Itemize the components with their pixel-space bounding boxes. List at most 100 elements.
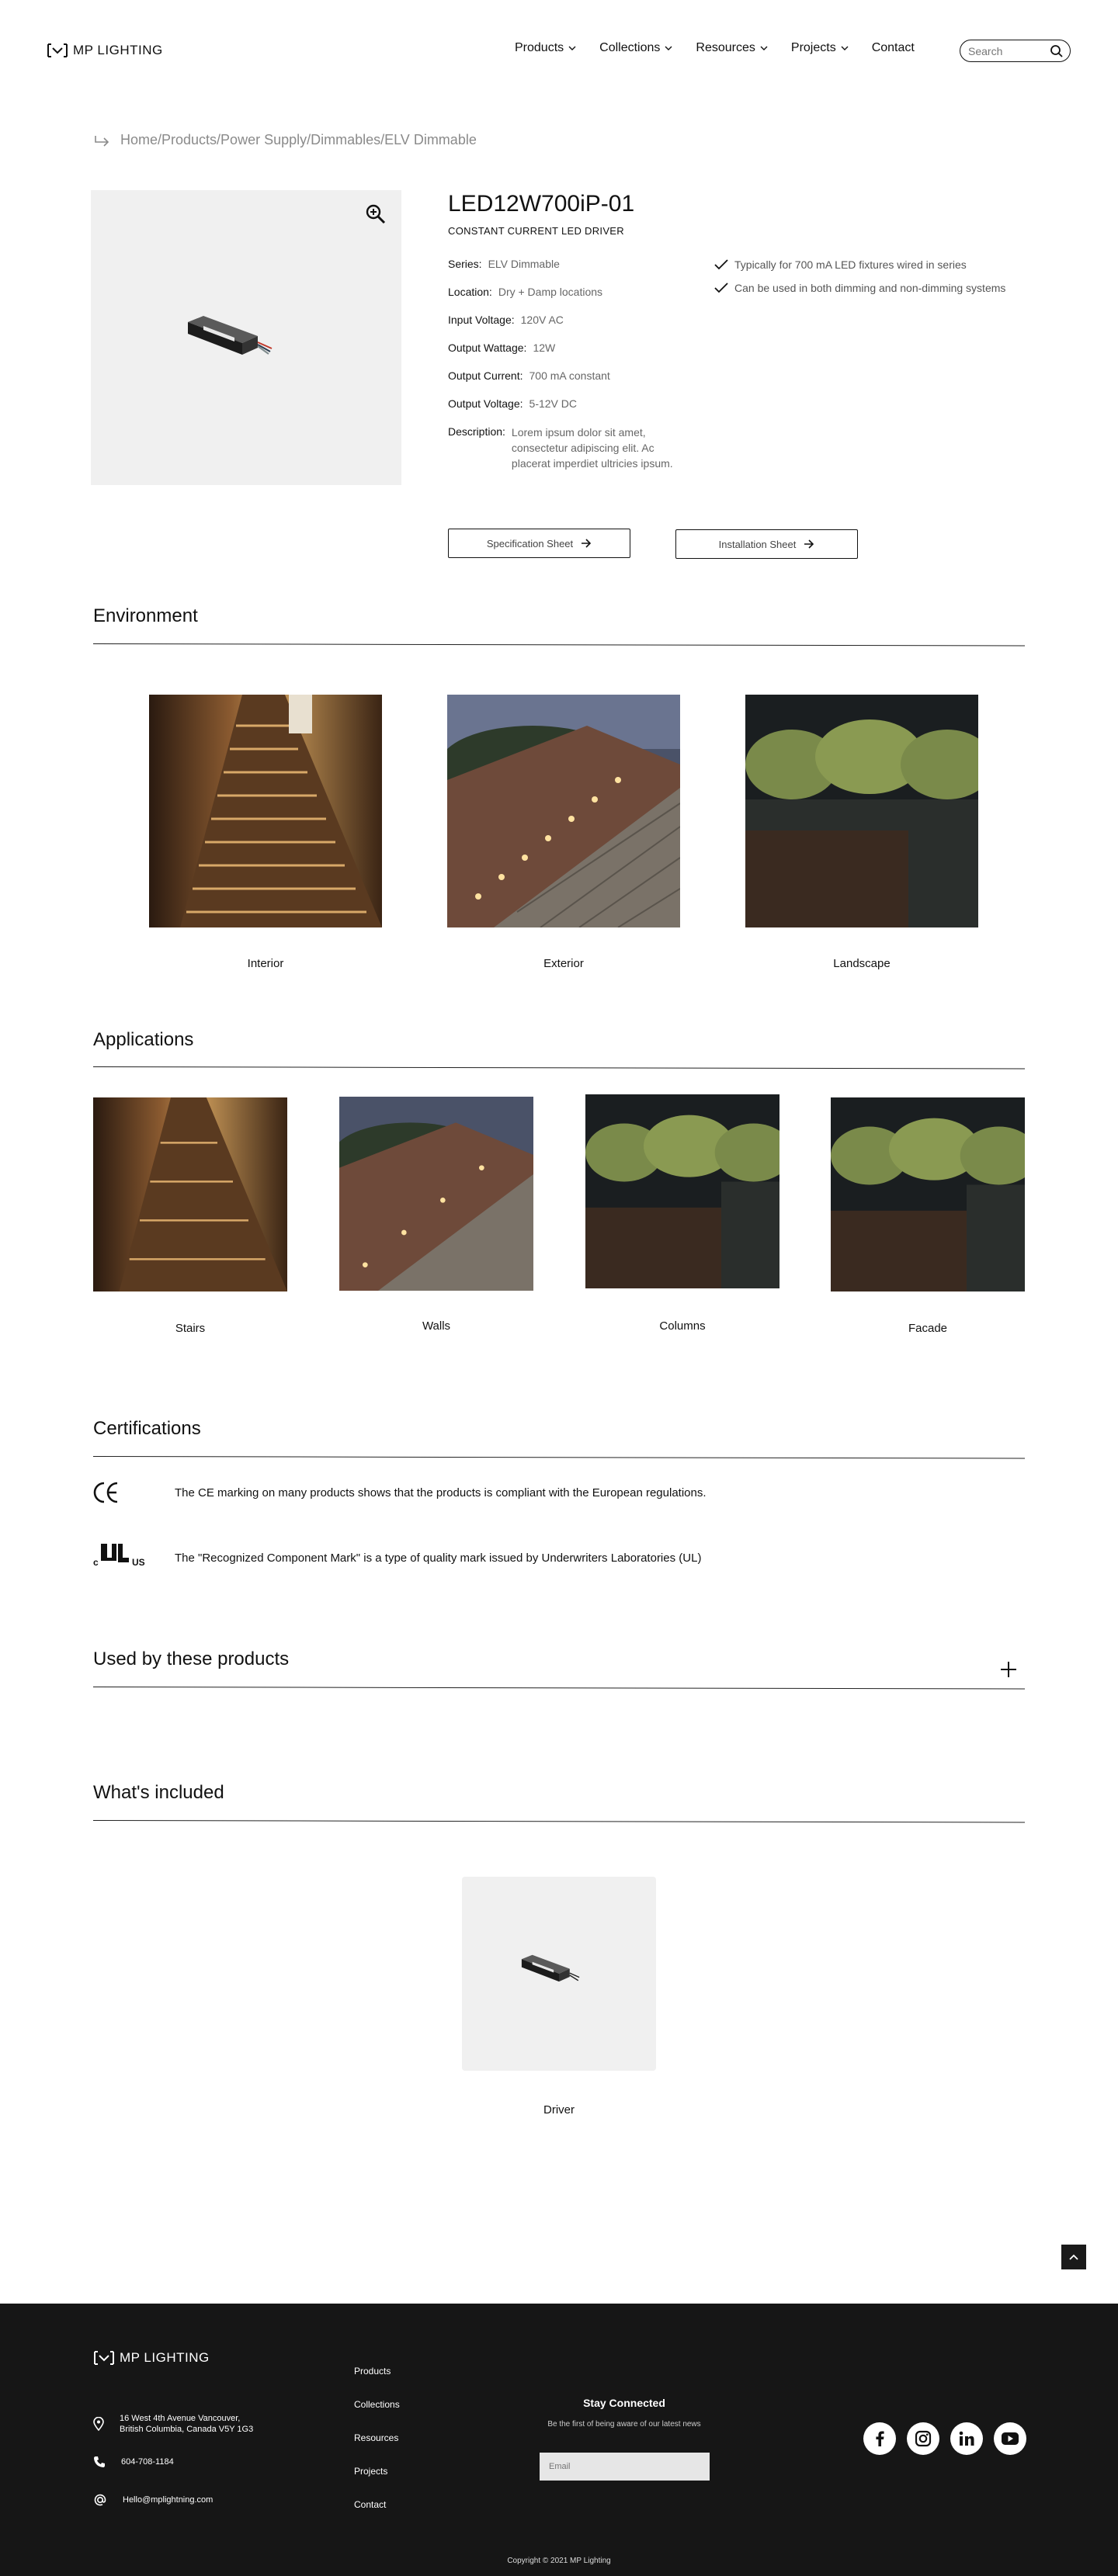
- application-image-stairs[interactable]: [93, 1097, 287, 1291]
- cert-text-ul: The "Recognized Component Mark" is a typ…: [175, 1551, 702, 1565]
- spec-key: Output Current:: [448, 369, 523, 382]
- spec-row-output-current: Output Current: 700 mA constant: [448, 369, 690, 382]
- facebook-icon[interactable]: [863, 2422, 896, 2455]
- included-item-image[interactable]: [462, 1877, 656, 2071]
- cert-text-ce: The CE marking on many products shows th…: [175, 1486, 707, 1499]
- at-sign-icon: [94, 2494, 106, 2506]
- section-title-certifications: Certifications: [93, 1418, 201, 1439]
- application-image-facade[interactable]: [831, 1097, 1025, 1291]
- chevron-down-icon: [760, 46, 768, 50]
- chevron-down-icon: [665, 46, 672, 50]
- address-line: 16 West 4th Avenue Vancouver,: [120, 2414, 241, 2423]
- spec-row-output-voltage: Output Voltage: 5-12V DC: [448, 397, 690, 410]
- footer-address: 16 West 4th Avenue Vancouver, British Col…: [93, 2413, 253, 2435]
- spec-value: ELV Dimmable: [488, 258, 560, 270]
- newsletter-title: Stay Connected: [583, 2397, 665, 2409]
- button-label: Installation Sheet: [718, 538, 797, 550]
- footer-link-resources[interactable]: Resources: [354, 2432, 400, 2443]
- section-title-whats-included: What's included: [93, 1782, 224, 1803]
- nav-label: Collections: [599, 41, 661, 54]
- section-title-used-by: Used by these products: [93, 1649, 290, 1669]
- nav-label: Projects: [790, 41, 836, 54]
- environment-image-interior[interactable]: [149, 695, 382, 927]
- divider: [92, 643, 1025, 647]
- spec-value: Lorem ipsum dolor sit amet, consectetur …: [511, 426, 673, 470]
- nav-resources[interactable]: Resources: [696, 41, 768, 55]
- nav-projects[interactable]: Projects: [791, 41, 849, 55]
- divider: [92, 1820, 1025, 1823]
- ul-recognized-icon: c US: [93, 1544, 145, 1567]
- back-to-top-button[interactable]: [1061, 2245, 1086, 2269]
- specification-sheet-button[interactable]: Specification Sheet: [448, 529, 630, 558]
- spec-value: 12W: [533, 342, 556, 354]
- svg-text:c: c: [93, 1557, 99, 1567]
- feature-item: Can be used in both dimming and non-dimm…: [714, 282, 1005, 294]
- check-icon: [714, 259, 728, 270]
- feature-list: Typically for 700 mA LED fixtures wired …: [714, 258, 1005, 305]
- footer-email[interactable]: Hello@mplightning.com: [93, 2493, 213, 2507]
- footer-link-projects[interactable]: Projects: [354, 2466, 400, 2477]
- search-icon[interactable]: [1050, 44, 1064, 58]
- section-title-applications: Applications: [93, 1029, 194, 1050]
- installation-sheet-button[interactable]: Installation Sheet: [675, 529, 858, 559]
- footer-links: Products Collections Resources Projects …: [354, 2366, 400, 2533]
- social-links: [863, 2422, 1026, 2455]
- caption-driver: Driver: [543, 2103, 575, 2117]
- check-icon: [714, 283, 728, 293]
- spec-key: Description:: [448, 425, 505, 438]
- spec-row-series: Series: ELV Dimmable: [448, 258, 690, 270]
- location-pin-icon: [93, 2417, 104, 2431]
- caption-landscape: Landscape: [833, 957, 891, 970]
- logo-mark-icon: [47, 43, 68, 57]
- product-image[interactable]: [91, 190, 401, 485]
- email-address: Hello@mplightning.com: [123, 2495, 214, 2505]
- caption-columns: Columns: [659, 1319, 706, 1333]
- spec-value: 700 mA constant: [529, 369, 610, 382]
- nav-contact[interactable]: Contact: [872, 41, 915, 55]
- newsletter-email-input[interactable]: [540, 2453, 710, 2481]
- driver-product-illustration: [521, 1954, 580, 1982]
- spec-key: Output Voltage:: [448, 397, 523, 410]
- search-input[interactable]: [968, 44, 1046, 57]
- nav-products[interactable]: Products: [515, 41, 576, 55]
- environment-image-landscape[interactable]: [745, 695, 978, 927]
- copyright: Copyright © 2021 MP Lighting: [507, 2557, 611, 2565]
- nav-label: Products: [515, 41, 564, 54]
- spec-value: 5-12V DC: [529, 397, 577, 410]
- linkedin-icon[interactable]: [950, 2422, 983, 2455]
- breadcrumb-path[interactable]: Home/Products/Power Supply/Dimmables/ELV…: [120, 132, 477, 148]
- spec-key: Series:: [448, 258, 482, 270]
- nav-collections[interactable]: Collections: [599, 41, 672, 55]
- spec-value: Dry + Damp locations: [498, 286, 603, 298]
- plus-icon[interactable]: [1000, 1661, 1017, 1678]
- environment-image-exterior[interactable]: [447, 695, 680, 927]
- svg-text:US: US: [132, 1557, 145, 1567]
- divider: [92, 1687, 1025, 1690]
- logo[interactable]: MP LIGHTING: [47, 43, 163, 58]
- address-line: British Columbia, Canada V5Y 1G3: [120, 2425, 254, 2434]
- application-image-columns[interactable]: [585, 1094, 779, 1288]
- breadcrumb: Home/Products/Power Supply/Dimmables/ELV…: [94, 132, 477, 148]
- application-image-walls[interactable]: [339, 1097, 533, 1291]
- zoom-in-icon[interactable]: [366, 204, 386, 224]
- caption-exterior: Exterior: [543, 957, 584, 970]
- spec-row-output-wattage: Output Wattage: 12W: [448, 342, 690, 354]
- divider: [92, 1456, 1025, 1459]
- footer-link-products[interactable]: Products: [354, 2366, 400, 2377]
- spec-list: Series: ELV Dimmable Location: Dry + Damp …: [448, 258, 690, 487]
- search-box: [960, 40, 1071, 62]
- driver-product-illustration: [188, 316, 273, 355]
- feature-text: Typically for 700 mA LED fixtures wired …: [734, 258, 967, 271]
- spec-key: Output Wattage:: [448, 342, 527, 354]
- footer-link-collections[interactable]: Collections: [354, 2399, 400, 2410]
- youtube-icon[interactable]: [994, 2422, 1026, 2455]
- newsletter-subtitle: Be the first of being aware of our lates…: [547, 2420, 701, 2429]
- footer-link-contact[interactable]: Contact: [354, 2499, 400, 2510]
- product-title: LED12W700iP-01: [448, 191, 635, 217]
- caption-facade: Facade: [908, 1322, 948, 1335]
- footer-logo[interactable]: MP LIGHTING: [93, 2350, 210, 2366]
- instagram-icon[interactable]: [907, 2422, 939, 2455]
- chevron-down-icon: [841, 46, 849, 50]
- footer-phone[interactable]: 604-708-1184: [93, 2456, 174, 2468]
- caption-stairs: Stairs: [175, 1322, 206, 1335]
